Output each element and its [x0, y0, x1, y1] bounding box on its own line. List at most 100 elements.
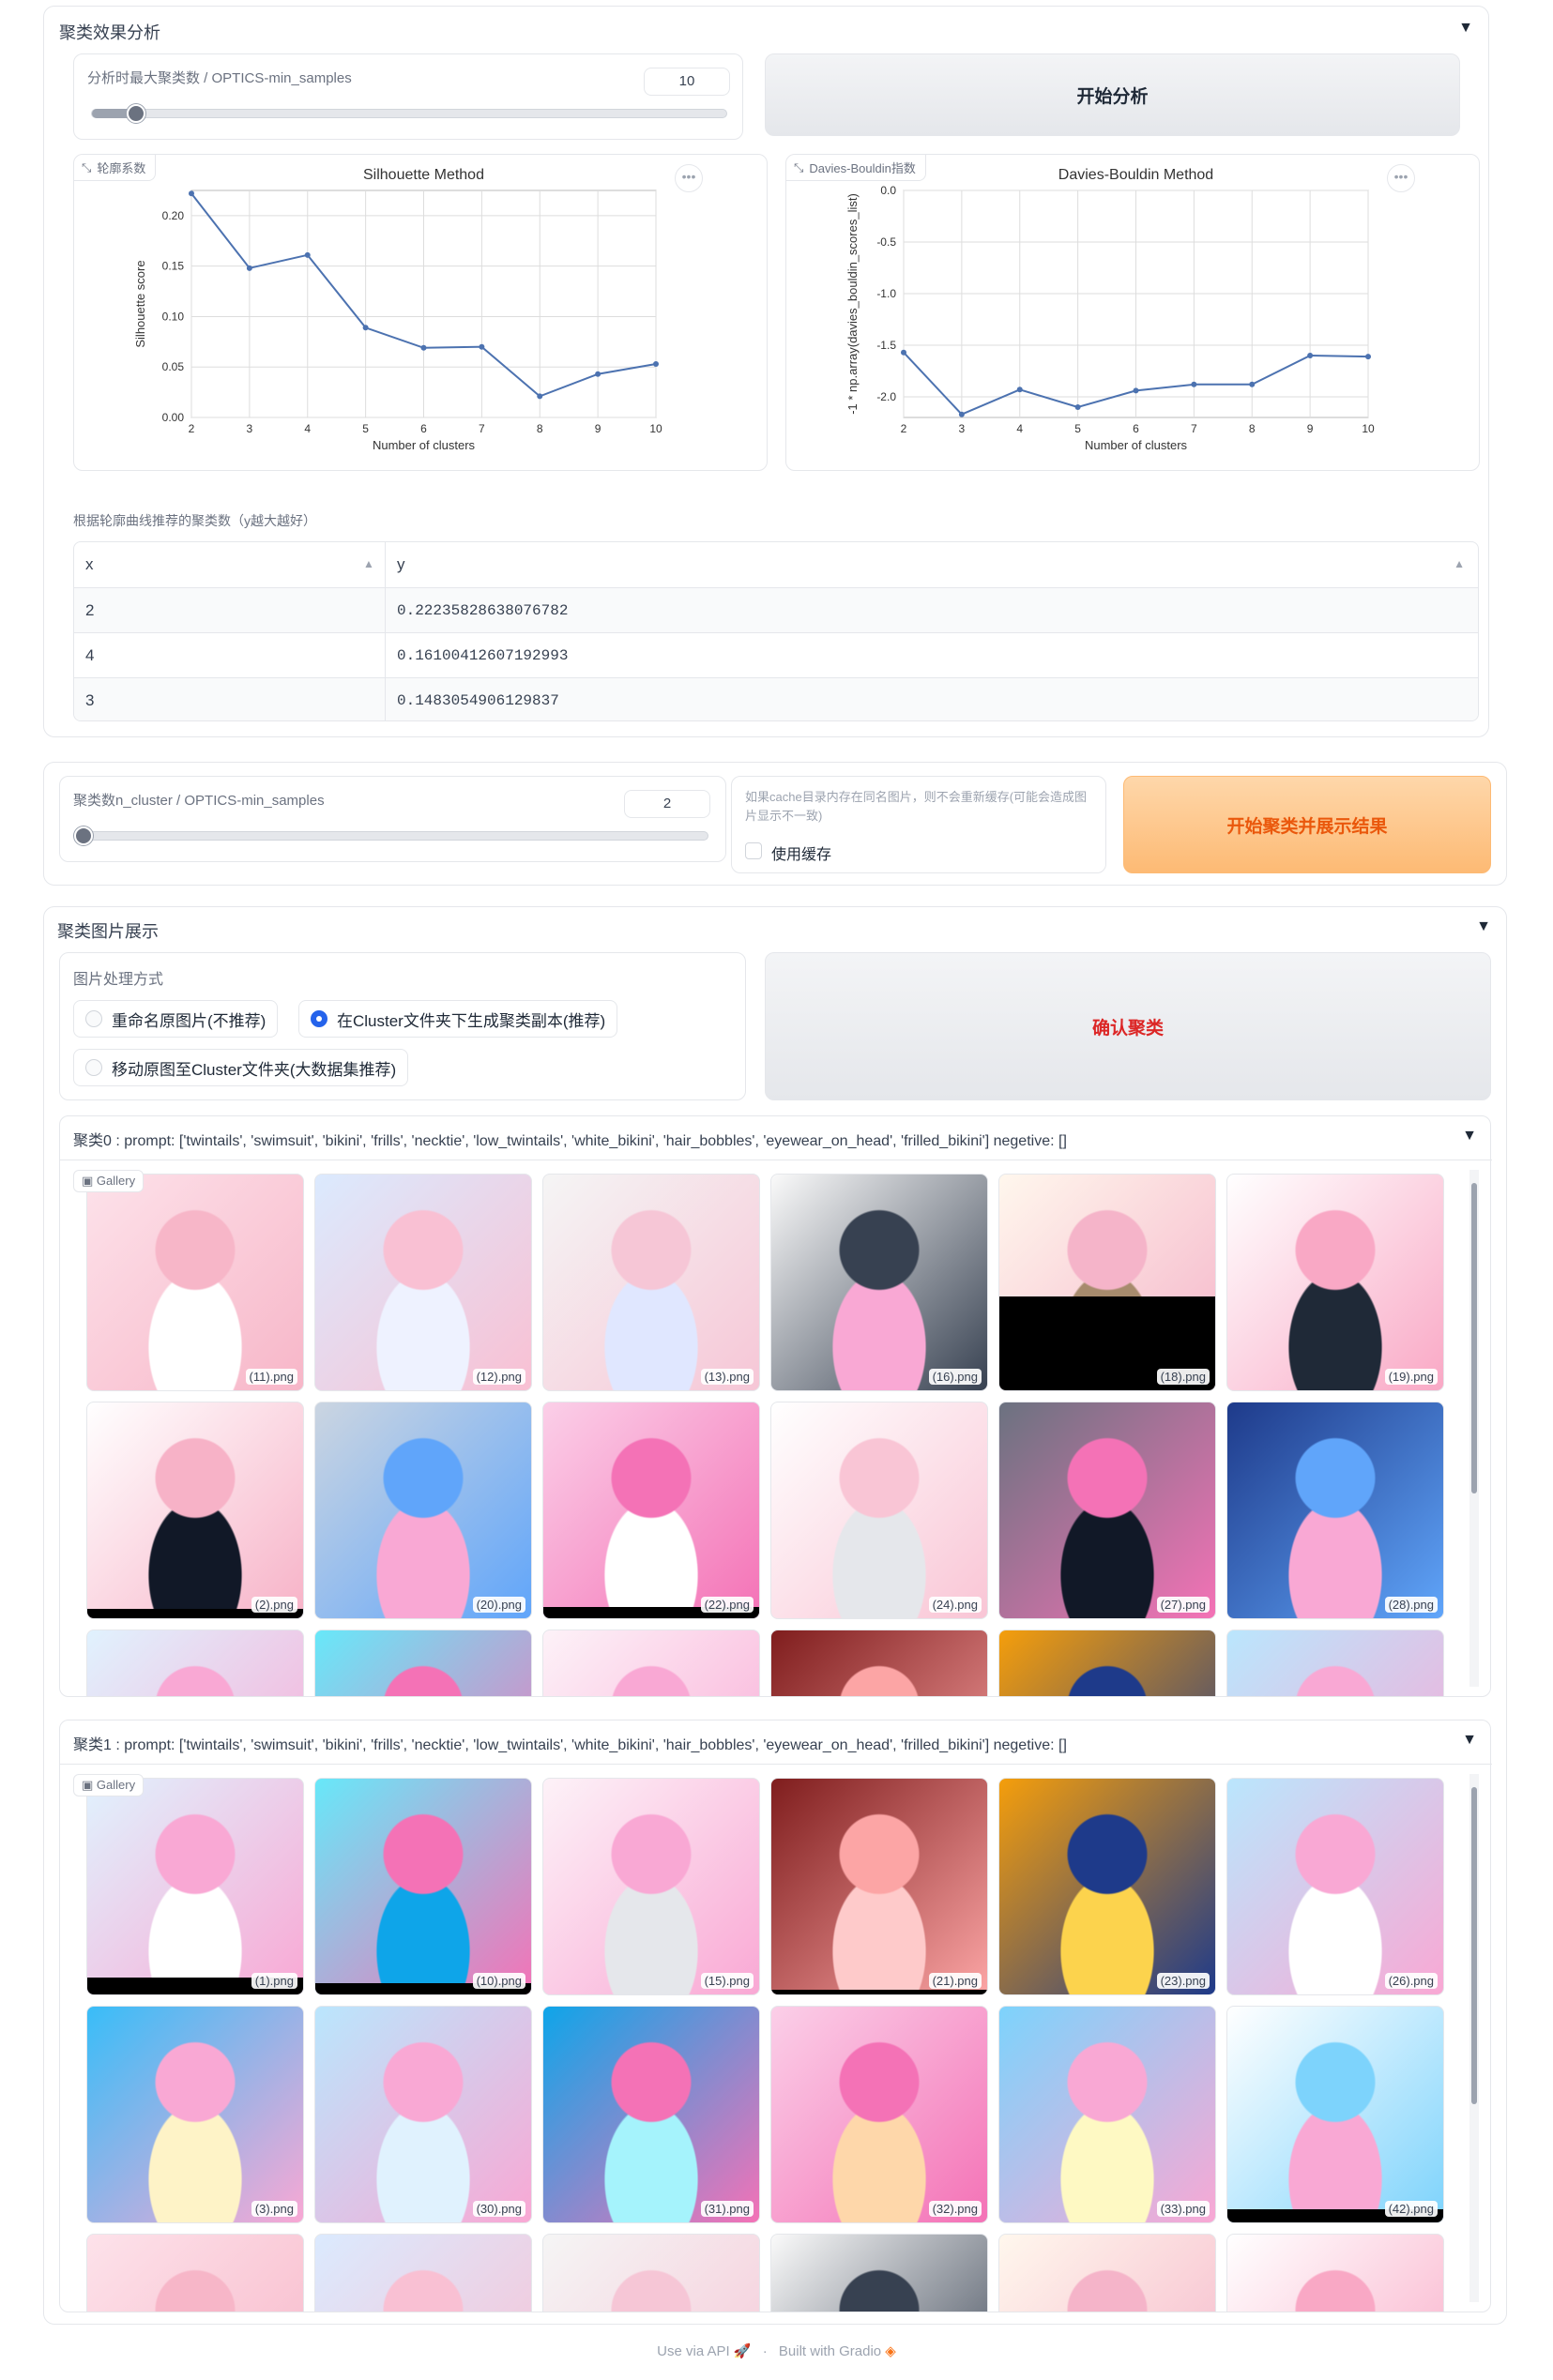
- method-label: 图片处理方式: [73, 972, 164, 988]
- gallery-thumbnail[interactable]: (31).png: [542, 2006, 760, 2223]
- start-cluster-button[interactable]: 开始聚类并展示结果: [1123, 776, 1491, 873]
- n-cluster-slider[interactable]: [74, 826, 708, 845]
- cluster-1-panel: 聚类1 : prompt: ['twintails', 'swimsuit', …: [59, 1720, 1492, 2312]
- cluster-1-gallery[interactable]: ▣ Gallery (1).png (10).png (15).png (21).png…: [60, 1764, 1492, 2312]
- collapse-caret-icon[interactable]: ▼: [1462, 1128, 1477, 1145]
- gallery-thumbnail[interactable]: (10).png: [314, 1778, 532, 1995]
- slider-thumb[interactable]: [126, 104, 145, 123]
- data-point: [1074, 404, 1081, 410]
- gallery-thumbnail[interactable]: [998, 2234, 1216, 2312]
- gallery-thumbnail[interactable]: (2).png: [86, 1402, 304, 1619]
- cache-info: 如果cache目录内存在同名图片，则不会重新缓存(可能会造成图片显示不一致): [745, 790, 1088, 823]
- analysis-panel: 聚类效果分析 ▼ 分析时最大聚类数 / OPTICS-min_samples 1…: [43, 6, 1489, 737]
- collapse-caret-icon[interactable]: ▼: [1476, 918, 1491, 935]
- table-header: x y ▲ ▲: [74, 542, 1478, 587]
- gallery-thumbnail[interactable]: (27).png: [998, 1402, 1216, 1619]
- cluster-1-title[interactable]: 聚类1 : prompt: ['twintails', 'swimsuit', …: [73, 1732, 1067, 1754]
- image-icon: ▣: [82, 1778, 97, 1792]
- gallery-thumbnail[interactable]: [770, 1630, 988, 1696]
- y-tick-label: 0.15: [162, 260, 185, 273]
- gallery-thumbnail[interactable]: (16).png: [770, 1174, 988, 1391]
- n-cluster-slider-box: 聚类数n_cluster / OPTICS-min_samples 2: [59, 776, 726, 862]
- cluster-0-gallery[interactable]: ▣ Gallery (11).png (12).png (13).png (16).pn…: [60, 1160, 1492, 1696]
- scrollbar-thumb[interactable]: [1471, 1183, 1477, 1493]
- gallery-thumbnail[interactable]: [314, 1630, 532, 1696]
- data-point: [362, 325, 369, 331]
- image-letterbox: [771, 1990, 987, 1994]
- gallery-thumbnail[interactable]: (21).png: [770, 1778, 988, 1995]
- gallery-thumbnail[interactable]: (23).png: [998, 1778, 1216, 1995]
- display-title[interactable]: 聚类图片展示: [57, 918, 159, 943]
- gallery-thumbnail[interactable]: [314, 2234, 532, 2312]
- cell-y: 0.22235828638076782: [397, 602, 569, 619]
- gallery-thumbnail[interactable]: (26).png: [1226, 1778, 1444, 1995]
- gallery-thumbnail[interactable]: (28).png: [1226, 1402, 1444, 1619]
- scrollbar-thumb[interactable]: [1471, 1787, 1477, 2104]
- gallery-thumbnail[interactable]: (22).png: [542, 1402, 760, 1619]
- option-move[interactable]: 移动原图至Cluster文件夹(大数据集推荐): [73, 1049, 409, 1086]
- table-row: 3 0.1483054906129837: [74, 677, 1478, 720]
- table-row: 2 0.22235828638076782: [74, 587, 1478, 633]
- gallery-thumbnail[interactable]: (3).png: [86, 2006, 304, 2223]
- chart-title: Davies-Bouldin Method: [1058, 167, 1213, 183]
- option-copy[interactable]: 在Cluster文件夹下生成聚类副本(推荐): [298, 1000, 618, 1038]
- gallery-thumbnail[interactable]: [1226, 1630, 1444, 1696]
- gallery-thumbnail[interactable]: (1).png: [86, 1778, 304, 1995]
- collapse-caret-icon[interactable]: ▼: [1462, 1732, 1477, 1749]
- gallery-thumbnail[interactable]: [998, 1630, 1216, 1696]
- n-cluster-input[interactable]: 2: [624, 790, 710, 818]
- data-point: [1191, 381, 1197, 387]
- sort-icon[interactable]: ▲: [1454, 557, 1465, 570]
- confirm-cluster-button[interactable]: 确认聚类: [765, 952, 1491, 1100]
- gallery-thumbnail[interactable]: [1226, 2234, 1444, 2312]
- thumbnail-caption: (21).png: [928, 1973, 982, 1989]
- gallery-thumbnail[interactable]: (33).png: [998, 2006, 1216, 2223]
- gallery-thumbnail[interactable]: [770, 2234, 988, 2312]
- slider-thumb[interactable]: [74, 826, 93, 845]
- start-analysis-button[interactable]: 开始分析: [765, 53, 1460, 136]
- radio-button-selected[interactable]: [311, 1010, 327, 1027]
- gallery-thumbnail[interactable]: (24).png: [770, 1402, 988, 1619]
- gallery-thumbnail[interactable]: [542, 2234, 760, 2312]
- data-point: [1365, 354, 1371, 360]
- data-point: [189, 190, 194, 197]
- gallery-scrollbar[interactable]: [1469, 1170, 1479, 1687]
- x-tick-label: 8: [537, 422, 543, 435]
- gallery-thumbnail[interactable]: (19).png: [1226, 1174, 1444, 1391]
- max-clusters-input[interactable]: 10: [644, 68, 730, 96]
- radio-button[interactable]: [85, 1059, 102, 1076]
- gallery-thumbnail[interactable]: (13).png: [542, 1174, 760, 1391]
- api-link[interactable]: Use via API: [657, 2343, 730, 2359]
- gallery-label: Gallery: [96, 1174, 136, 1188]
- cell-x: 2: [74, 588, 386, 633]
- gallery-thumbnail[interactable]: (12).png: [314, 1174, 532, 1391]
- thumbnail-caption: (3).png: [251, 2201, 297, 2217]
- radio-button[interactable]: [85, 1010, 102, 1027]
- gallery-thumbnail[interactable]: (11).png: [86, 1174, 304, 1391]
- gallery-thumbnail[interactable]: (42).png: [1226, 2006, 1444, 2223]
- sort-icon[interactable]: ▲: [363, 557, 374, 570]
- gallery-thumbnail[interactable]: (32).png: [770, 2006, 988, 2223]
- column-header-x[interactable]: x: [74, 542, 386, 587]
- max-clusters-slider[interactable]: [91, 104, 727, 123]
- option-rename[interactable]: 重命名原图片(不推荐): [73, 1000, 279, 1038]
- gallery-thumbnail[interactable]: [542, 1630, 760, 1696]
- gallery-scrollbar[interactable]: [1469, 1774, 1479, 2302]
- collapse-caret-icon[interactable]: ▼: [1458, 20, 1473, 37]
- column-header-y[interactable]: y: [386, 542, 1478, 587]
- thumbnail-caption: (19).png: [1384, 1369, 1438, 1385]
- cluster-0-title[interactable]: 聚类0 : prompt: ['twintails', 'swimsuit', …: [73, 1128, 1067, 1150]
- gallery-thumbnail[interactable]: (15).png: [542, 1778, 760, 1995]
- analysis-title[interactable]: 聚类效果分析: [59, 20, 160, 44]
- thumbnail-caption: (15).png: [700, 1973, 754, 1989]
- gallery-thumbnail[interactable]: (20).png: [314, 1402, 532, 1619]
- gradio-link[interactable]: Built with Gradio: [779, 2343, 881, 2359]
- gallery-thumbnail[interactable]: [86, 2234, 304, 2312]
- gallery-thumbnail[interactable]: (18).png: [998, 1174, 1216, 1391]
- gallery-thumbnail[interactable]: (30).png: [314, 2006, 532, 2223]
- table-row: 4 0.16100412607192993: [74, 632, 1478, 678]
- gallery-thumbnail[interactable]: [86, 1630, 304, 1696]
- cache-checkbox-label[interactable]: 使用缓存: [771, 841, 831, 864]
- cache-checkbox[interactable]: [745, 842, 762, 859]
- x-tick-label: 6: [420, 422, 427, 435]
